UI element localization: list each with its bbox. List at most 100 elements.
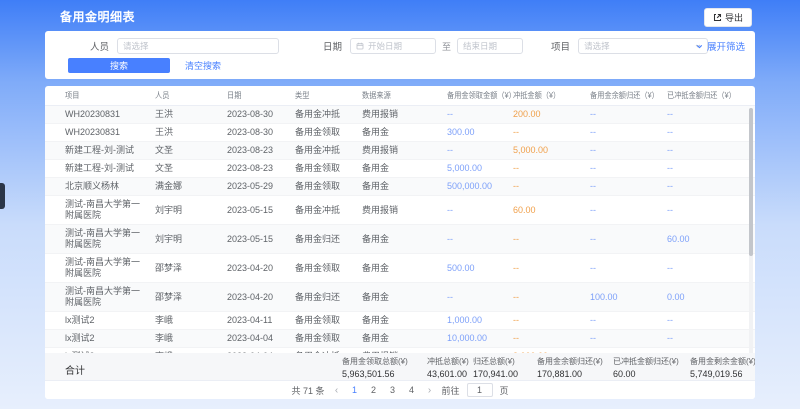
person-input[interactable] — [117, 38, 279, 54]
prev-page-button[interactable]: ‹ — [331, 385, 341, 396]
cell-type: 备用金冲抵 — [295, 202, 362, 219]
cell-date: 2023-08-30 — [227, 106, 295, 123]
cell-person: 满金娜 — [155, 178, 227, 195]
cell-source: 备用金 — [362, 260, 447, 277]
cell-received: -- — [447, 142, 513, 159]
col-header-type: 类型 — [295, 90, 362, 101]
cell-project: 测试-南昌大学第一附属医院 — [65, 254, 155, 282]
table-row[interactable]: 测试-南昌大学第一附属医院邵梦泽2023-04-20备用金归还备用金----10… — [45, 283, 755, 312]
date-end-input[interactable] — [457, 38, 523, 54]
cell-date: 2023-04-11 — [227, 312, 295, 329]
expand-filters-label: 展开筛选 — [707, 39, 745, 53]
page-title: 备用金明细表 — [60, 8, 135, 25]
table-row[interactable]: 测试-南昌大学第一附属医院刘宇明2023-05-15备用金归还备用金------… — [45, 225, 755, 254]
cell-offset: -- — [513, 260, 590, 277]
cell-received: 1,000.00 — [447, 312, 513, 329]
export-icon — [713, 13, 722, 22]
cell-offset-return: 0.00 — [667, 289, 747, 306]
summary-return-total: 归还总额(¥)170,941.00 — [473, 356, 518, 379]
table-row[interactable]: lx测试2李峨2023-04-04备用金领取备用金10,000.00------ — [45, 330, 755, 348]
cell-balance-return: 100.00 — [590, 289, 667, 306]
table-row[interactable]: 新建工程-刘-测试文圣2023-08-23备用金领取备用金5,000.00---… — [45, 160, 755, 178]
pagination-total: 共 71 条 — [291, 384, 324, 397]
next-page-button[interactable]: › — [424, 385, 434, 396]
table-row[interactable]: 测试-南昌大学第一附属医院刘宇明2023-05-15备用金冲抵费用报销--60.… — [45, 196, 755, 225]
col-header-offset-return: 已冲抵金额归还（¥） — [667, 90, 747, 101]
cell-balance-return: -- — [590, 330, 667, 347]
scrollbar-track — [749, 108, 753, 363]
date-label: 日期 — [323, 39, 342, 53]
cell-source: 费用报销 — [362, 106, 447, 123]
cell-type: 备用金归还 — [295, 231, 362, 248]
table-row[interactable]: 北京顺义杨林满金娜2023-05-29备用金领取备用金500,000.00---… — [45, 178, 755, 196]
export-button[interactable]: 导出 — [704, 8, 752, 27]
table-row[interactable]: 测试-南昌大学第一附属医院邵梦泽2023-04-20备用金领取备用金500.00… — [45, 254, 755, 283]
page-button-1[interactable]: 1 — [348, 385, 360, 395]
cell-source: 备用金 — [362, 124, 447, 141]
page-button-4[interactable]: 4 — [405, 385, 417, 395]
col-header-received: 备用金领取金额（¥） — [447, 90, 513, 101]
cell-balance-return: -- — [590, 231, 667, 248]
summary-balance-return-total: 备用金余额归还(¥)170,881.00 — [537, 356, 603, 379]
cell-received: 500.00 — [447, 260, 513, 277]
cell-project: WH20230831 — [65, 106, 155, 123]
project-select[interactable] — [578, 38, 708, 54]
table-row[interactable]: WH20230831王洪2023-08-30备用金冲抵费用报销--200.00-… — [45, 106, 755, 124]
chevron-down-icon — [695, 42, 704, 51]
cell-offset: -- — [513, 330, 590, 347]
cell-offset-return: -- — [667, 142, 747, 159]
col-header-source: 数据来源 — [362, 90, 447, 101]
table-body: WH20230831王洪2023-08-30备用金冲抵费用报销--200.00-… — [45, 106, 755, 366]
cell-date: 2023-08-23 — [227, 160, 295, 177]
cell-balance-return: -- — [590, 124, 667, 141]
summary-remaining-total: 备用金剩余金额(¥)5,749,019.56 — [690, 356, 755, 379]
cell-offset-return: 60.00 — [667, 231, 747, 248]
export-label: 导出 — [725, 11, 743, 24]
table-row[interactable]: 新建工程-刘-测试文圣2023-08-23备用金冲抵费用报销--5,000.00… — [45, 142, 755, 160]
cell-balance-return: -- — [590, 312, 667, 329]
goto-label: 前往 — [441, 384, 459, 397]
cell-offset-return: -- — [667, 260, 747, 277]
cell-date: 2023-08-30 — [227, 124, 295, 141]
cell-type: 备用金冲抵 — [295, 106, 362, 123]
cell-balance-return: -- — [590, 178, 667, 195]
date-start-input[interactable] — [350, 38, 436, 54]
goto-page-input[interactable] — [467, 383, 493, 397]
col-header-person: 人员 — [155, 90, 227, 101]
cell-date: 2023-08-23 — [227, 142, 295, 159]
cell-project: 测试-南昌大学第一附属医院 — [65, 196, 155, 224]
summary-row: 合计 备用金领取总额(¥)5,963,501.56 冲抵总额(¥)43,601.… — [45, 353, 755, 381]
cell-person: 邵梦泽 — [155, 289, 227, 306]
cell-person: 王洪 — [155, 106, 227, 123]
project-label: 项目 — [551, 39, 570, 53]
cell-type: 备用金领取 — [295, 160, 362, 177]
table-row[interactable]: lx测试2李峨2023-04-11备用金领取备用金1,000.00------ — [45, 312, 755, 330]
date-separator: 至 — [442, 40, 451, 53]
pagination: 共 71 条 ‹ 1 2 3 4 › 前往 页 — [45, 381, 755, 399]
cell-type: 备用金领取 — [295, 312, 362, 329]
search-button[interactable]: 搜索 — [68, 58, 170, 73]
scrollbar-thumb[interactable] — [749, 108, 753, 256]
cell-date: 2023-04-04 — [227, 330, 295, 347]
expand-filters-link[interactable]: 展开筛选 — [695, 38, 745, 54]
cell-offset-return: -- — [667, 124, 747, 141]
cell-offset-return: -- — [667, 330, 747, 347]
cell-received: -- — [447, 231, 513, 248]
summary-offset-return-total: 已冲抵金额归还(¥)60.00 — [613, 356, 679, 379]
side-drawer-handle[interactable] — [0, 183, 5, 209]
cell-date: 2023-05-15 — [227, 231, 295, 248]
cell-source: 备用金 — [362, 312, 447, 329]
table-row[interactable]: WH20230831王洪2023-08-30备用金领取备用金300.00----… — [45, 124, 755, 142]
cell-offset: 5,000.00 — [513, 142, 590, 159]
summary-offset-total: 冲抵总额(¥)43,601.00 — [427, 356, 469, 379]
goto-unit-label: 页 — [500, 384, 509, 397]
cell-received: 500,000.00 — [447, 178, 513, 195]
cell-source: 备用金 — [362, 231, 447, 248]
cell-offset-return: -- — [667, 160, 747, 177]
clear-search-button[interactable]: 清空搜索 — [185, 58, 221, 73]
cell-received: -- — [447, 202, 513, 219]
cell-offset: -- — [513, 312, 590, 329]
page-button-3[interactable]: 3 — [386, 385, 398, 395]
page-button-2[interactable]: 2 — [367, 385, 379, 395]
cell-project: lx测试2 — [65, 330, 155, 347]
